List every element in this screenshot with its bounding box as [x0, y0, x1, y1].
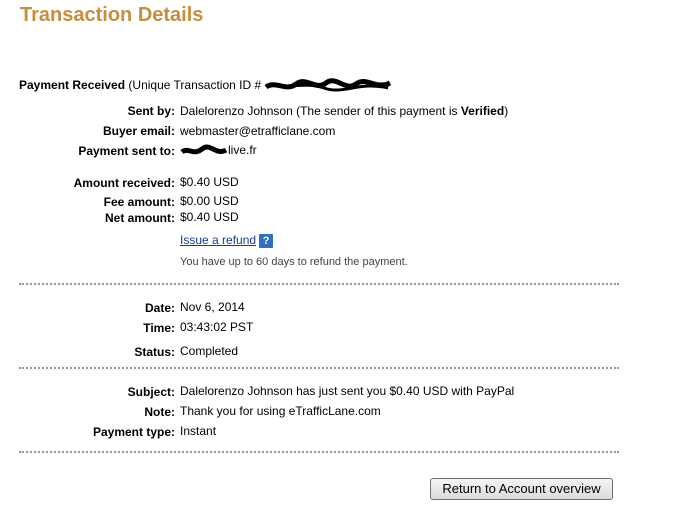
divider	[19, 283, 619, 285]
help-icon[interactable]: ?	[259, 233, 274, 248]
note-value: Thank you for using eTrafficLane.com	[180, 404, 381, 418]
time-value: 03:43:02 PST	[180, 320, 254, 334]
transaction-id-prefix: (Unique Transaction ID #	[128, 78, 262, 93]
verified-status: Verified	[460, 104, 505, 118]
note-label: Note:	[144, 405, 175, 419]
sent-by-text: Dalelorenzo Johnson (The sender of this …	[180, 104, 461, 118]
amount-received-label: Amount received:	[73, 176, 175, 190]
date-value: Nov 6, 2014	[180, 300, 245, 314]
fee-amount-label: Fee amount:	[103, 195, 175, 209]
sent-by-suffix: )	[504, 104, 509, 118]
status-label: Status:	[134, 345, 175, 359]
net-amount-label: Net amount:	[105, 211, 175, 225]
subject-label: Subject:	[127, 385, 175, 399]
redacted-transaction-id-scribble	[265, 78, 392, 92]
issue-refund-link[interactable]: Issue a refund	[180, 233, 256, 247]
payment-received-label: Payment Received	[19, 78, 126, 93]
redacted-email-scribble	[180, 144, 228, 155]
amount-received-value: $0.40 USD	[180, 175, 239, 189]
payment-sent-to-label: Payment sent to:	[78, 144, 175, 158]
refund-note: You have up to 60 days to refund the pay…	[180, 256, 408, 268]
date-label: Date:	[144, 301, 175, 315]
refund-row: Issue a refund?	[180, 233, 274, 248]
time-label: Time:	[143, 321, 175, 335]
payment-header: Payment Received (Unique Transaction ID …	[19, 78, 394, 94]
buyer-email-label: Buyer email:	[102, 124, 175, 138]
status-value: Completed	[180, 344, 239, 358]
subject-value: Dalelorenzo Johnson has just sent you $0…	[180, 384, 515, 398]
payment-type-value: Instant	[180, 424, 217, 438]
divider	[19, 367, 619, 369]
fee-amount-value: $0.00 USD	[180, 194, 239, 208]
net-amount-value: $0.40 USD	[180, 210, 239, 224]
return-to-account-overview-button[interactable]: Return to Account overview	[430, 478, 613, 500]
page-title: Transaction Details	[20, 4, 204, 26]
email-domain: live.fr	[228, 143, 257, 157]
payment-type-label: Payment type:	[92, 425, 175, 439]
divider	[19, 451, 619, 453]
payment-sent-to-value: live.fr	[180, 143, 257, 158]
buyer-email-value: webmaster@etrafficlane.com	[180, 124, 336, 138]
sent-by-value: Dalelorenzo Johnson (The sender of this …	[180, 104, 508, 118]
sent-by-label: Sent by:	[127, 104, 175, 118]
